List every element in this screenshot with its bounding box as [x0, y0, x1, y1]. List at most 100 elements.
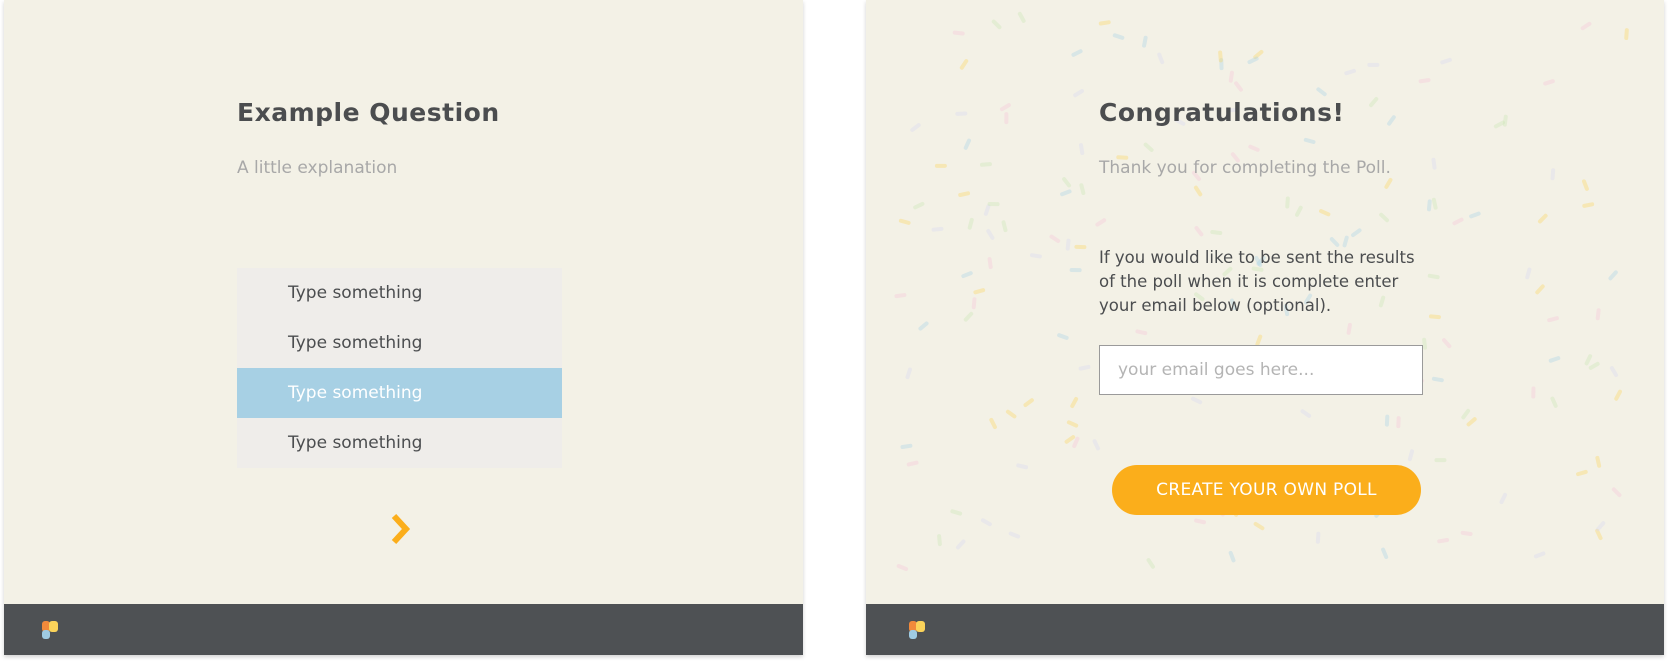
confetti-piece — [986, 229, 995, 240]
question-subtitle: A little explanation — [237, 158, 398, 178]
confetti-piece — [1157, 52, 1165, 65]
confetti-piece — [958, 191, 971, 198]
confetti-piece — [1576, 469, 1588, 477]
confetti-piece — [1210, 229, 1223, 235]
confetti-piece — [1057, 333, 1069, 340]
confetti-piece — [989, 417, 997, 430]
confetti-piece — [934, 163, 947, 168]
confetti-piece — [1407, 449, 1415, 462]
confetti-piece — [905, 367, 912, 380]
confetti-piece — [1023, 398, 1034, 408]
answer-options: Type something Type something Type somet… — [237, 268, 562, 468]
confetti-piece — [1029, 253, 1042, 259]
confetti-piece — [1049, 234, 1061, 243]
confetti-piece — [1369, 96, 1379, 108]
confetti-piece — [991, 19, 1002, 30]
confetti-piece — [967, 217, 974, 230]
confetti-piece — [1303, 137, 1316, 145]
confetti-piece — [1005, 409, 1017, 419]
confetti-piece — [1228, 70, 1234, 83]
confetti-piece — [1112, 33, 1125, 40]
confetti-piece — [1609, 366, 1619, 377]
confetti-piece — [1228, 550, 1236, 563]
confetti-piece — [1000, 103, 1011, 112]
confetti-piece — [1193, 185, 1203, 197]
confetti-piece — [963, 138, 972, 150]
confetti-piece — [918, 321, 929, 331]
confetti-piece — [1396, 416, 1401, 429]
confetti-piece — [1525, 267, 1532, 280]
confetti-piece — [1588, 361, 1600, 370]
confetti-piece — [1218, 50, 1223, 63]
confetti-piece — [1434, 458, 1447, 463]
confetti-piece — [959, 59, 969, 70]
confetti-piece — [1537, 213, 1548, 224]
confetti-piece — [937, 534, 942, 547]
confetti-piece — [1431, 157, 1437, 170]
question-card: Example Question A little explanation Ty… — [4, 0, 803, 655]
confetti-piece — [1426, 199, 1432, 212]
confetti-piece — [1072, 436, 1080, 449]
confetti-piece — [1611, 487, 1622, 498]
confetti-piece — [1460, 530, 1473, 536]
confetti-piece — [1428, 314, 1441, 320]
confetti-piece — [955, 539, 966, 550]
completion-subtitle: Thank you for completing the Poll. — [1099, 158, 1391, 178]
confetti-piece — [1344, 68, 1356, 76]
email-input[interactable] — [1099, 345, 1423, 395]
confetti-piece — [1624, 28, 1629, 41]
confetti-piece — [1079, 143, 1085, 156]
confetti-piece — [1548, 356, 1561, 363]
confetti-piece — [1466, 417, 1477, 427]
confetti-piece — [979, 162, 992, 167]
confetti-piece — [1547, 316, 1559, 323]
confetti-piece — [1146, 558, 1155, 569]
confetti-piece — [1095, 218, 1107, 227]
confetti-piece — [973, 288, 986, 295]
confetti-piece — [931, 226, 944, 232]
confetti-piece — [1381, 547, 1389, 559]
create-poll-button[interactable]: CREATE YOUR OWN POLL — [1112, 465, 1421, 515]
confetti-piece — [1017, 11, 1026, 23]
confetti-piece — [1060, 189, 1072, 197]
confetti-piece — [1142, 35, 1148, 48]
confetti-piece — [1194, 226, 1204, 237]
confetti-piece — [1469, 211, 1481, 219]
answer-option-selected[interactable]: Type something — [237, 368, 562, 418]
confetti-piece — [1442, 338, 1452, 349]
confetti-piece — [1550, 396, 1558, 408]
confetti-piece — [955, 111, 968, 116]
confetti-piece — [1295, 205, 1303, 217]
confetti-piece — [1440, 57, 1452, 65]
confetti-piece — [1535, 284, 1545, 295]
confetti-piece — [1614, 389, 1622, 401]
confetti-piece — [1219, 58, 1224, 71]
next-button[interactable] — [386, 512, 414, 546]
confetti-piece — [1595, 455, 1602, 468]
confetti-piece — [1319, 209, 1331, 217]
confetti-piece — [1584, 354, 1593, 366]
confetti-piece — [1135, 329, 1148, 336]
confetti-piece — [1346, 322, 1352, 335]
app-logo-icon — [909, 621, 925, 639]
confetti-piece — [900, 443, 913, 450]
confetti-piece — [896, 564, 909, 572]
completion-card: Congratulations! Thank you for completin… — [866, 0, 1664, 655]
confetti-piece — [1065, 238, 1071, 251]
footer-bar — [866, 604, 1664, 655]
confetti-piece — [987, 202, 1000, 207]
answer-option[interactable]: Type something — [237, 418, 562, 468]
answer-option[interactable]: Type something — [237, 318, 562, 368]
confetti-piece — [987, 257, 993, 270]
completion-title: Congratulations! — [1099, 98, 1345, 127]
confetti-piece — [1582, 202, 1595, 208]
confetti-piece — [963, 311, 974, 322]
answer-option[interactable]: Type something — [237, 268, 562, 318]
confetti-piece — [1499, 492, 1508, 505]
confetti-piece — [1418, 78, 1431, 84]
confetti-piece — [1300, 409, 1312, 418]
confetti-piece — [1098, 20, 1111, 26]
confetti-piece — [1384, 414, 1390, 427]
confetti-piece — [1001, 220, 1008, 233]
confetti-piece — [1493, 120, 1505, 129]
